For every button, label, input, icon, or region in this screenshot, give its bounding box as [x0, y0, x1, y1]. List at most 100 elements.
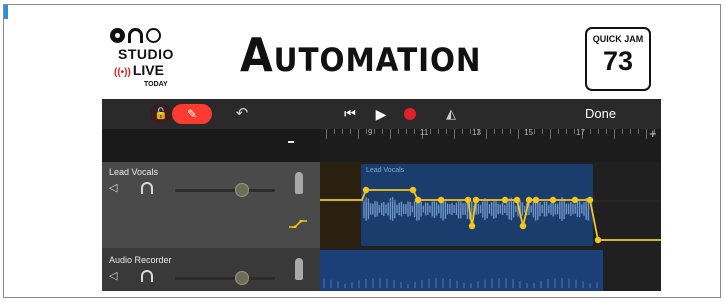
ruler-tick — [542, 129, 543, 134]
microphone-icon — [295, 172, 303, 194]
done-button[interactable]: Done — [585, 106, 616, 121]
ruler-bar-number: 17 — [576, 128, 585, 137]
ruler-tick — [550, 129, 551, 139]
badge-number: 73 — [602, 46, 634, 76]
studio-live-logo: STUDIO ((•)) LIVE TODAY — [104, 26, 184, 92]
ruler-tick — [630, 129, 631, 134]
page-title: Automation — [240, 28, 482, 82]
mute-icon[interactable]: ◁ — [109, 182, 121, 194]
ruler-tick — [326, 129, 327, 139]
timeline-ruler[interactable]: 9 11 13 15 17 + — [320, 126, 661, 163]
automation-point[interactable] — [513, 196, 521, 204]
ruler-tick — [566, 129, 567, 134]
track-header-audio-recorder[interactable]: Audio Recorder ◁ — [102, 248, 320, 291]
automation-curve[interactable] — [320, 189, 661, 241]
automation-point[interactable] — [532, 196, 540, 204]
mute-icon[interactable]: ◁ — [109, 270, 121, 282]
automation-point[interactable] — [519, 222, 527, 230]
play-button[interactable]: ▶ — [373, 105, 389, 123]
add-section-button[interactable]: + — [649, 126, 657, 141]
automation-point[interactable] — [586, 196, 594, 204]
badge-label: QUICK JAM — [592, 34, 644, 44]
lock-button[interactable]: 🔓 — [150, 104, 172, 124]
ruler-tick — [614, 129, 615, 139]
ruler-tick — [342, 129, 343, 134]
ruler-tick — [446, 129, 447, 134]
ruler-tick — [606, 129, 607, 134]
playhead-marker[interactable] — [288, 141, 294, 143]
automation-lane[interactable] — [320, 162, 661, 291]
automation-point[interactable] — [549, 196, 557, 204]
ruler-tick — [470, 129, 471, 134]
ruler-tick — [366, 129, 367, 134]
ruler-tick — [494, 129, 495, 134]
ruler-tick — [486, 129, 487, 139]
volume-slider[interactable] — [175, 183, 275, 197]
ruler-tick — [590, 129, 591, 134]
broadcast-icon: ((•)) — [114, 67, 131, 78]
ruler-tick — [574, 129, 575, 134]
automation-point[interactable] — [409, 186, 417, 194]
logo-live-label: LIVE — [132, 62, 164, 78]
edge-accent — [4, 5, 8, 19]
play-icon: ▶ — [375, 106, 387, 122]
metronome-button[interactable]: ◭ — [442, 104, 460, 124]
ruler-tick — [390, 129, 391, 139]
garageband-app: 🔓 ✎ ↶ ⏮ ▶ ◭ Done 9 11 13 15 17 + Lead Vocals … — [102, 99, 661, 291]
rewind-icon: ⏮ — [344, 106, 356, 121]
ruler-tick — [334, 129, 335, 134]
headphones-icon — [128, 28, 143, 43]
ruler-tick — [534, 129, 535, 134]
logo-studio-text: STUDIO — [118, 46, 174, 62]
track-header-ruler — [102, 129, 320, 162]
record-button[interactable] — [404, 108, 416, 120]
automation-point[interactable] — [501, 196, 509, 204]
volume-knob[interactable] — [235, 271, 249, 285]
ruler-bar-number: 15 — [524, 128, 533, 137]
ruler-tick — [350, 129, 351, 134]
automation-point[interactable] — [464, 196, 472, 204]
ruler-tick — [414, 129, 415, 134]
automation-point[interactable] — [571, 196, 579, 204]
volume-knob[interactable] — [235, 183, 249, 197]
ruler-tick — [358, 129, 359, 139]
solo-headphones-icon[interactable] — [141, 182, 153, 194]
ruler-bar-number: 13 — [472, 128, 481, 137]
automation-pencil-button[interactable]: ✎ — [172, 104, 212, 124]
logo-icons — [110, 28, 161, 43]
ruler-tick — [598, 129, 599, 134]
undo-icon: ↶ — [235, 105, 249, 122]
ruler-tick — [430, 129, 431, 134]
solo-headphones-icon[interactable] — [141, 270, 153, 282]
ruler-tick — [558, 129, 559, 134]
ruler-tick — [398, 129, 399, 134]
automation-point[interactable] — [594, 236, 602, 244]
lock-icon: 🔓 — [154, 108, 168, 120]
automation-icon[interactable] — [289, 220, 307, 228]
ruler-tick — [382, 129, 383, 134]
ruler-tick — [518, 129, 519, 139]
automation-point[interactable] — [468, 222, 476, 230]
timeline-area[interactable]: Lead Vocals — [320, 162, 661, 291]
toolbar: 🔓 ✎ ↶ ⏮ ▶ ◭ Done — [102, 99, 661, 129]
ruler-tick — [638, 129, 639, 134]
track-name: Audio Recorder — [109, 255, 172, 265]
ruler-tick — [462, 129, 463, 134]
automation-point[interactable] — [472, 196, 480, 204]
ruler-tick — [438, 129, 439, 134]
ruler-tick — [646, 129, 647, 139]
automation-point[interactable] — [437, 196, 445, 204]
track-header-lead-vocals[interactable]: Lead Vocals ◁ — [102, 162, 320, 248]
ruler-tick — [502, 129, 503, 134]
automation-point[interactable] — [525, 196, 533, 204]
automation-point[interactable] — [362, 186, 370, 194]
logo-live-text: ((•)) LIVE — [114, 62, 164, 78]
ruler-bar-number: 9 — [368, 128, 373, 137]
ruler-tick — [406, 129, 407, 134]
ruler-tick — [622, 129, 623, 134]
undo-button[interactable]: ↶ — [232, 104, 252, 124]
rewind-button[interactable]: ⏮ — [342, 105, 358, 123]
logo-today-text: TODAY — [144, 81, 168, 88]
volume-slider[interactable] — [175, 271, 275, 285]
automation-point[interactable] — [414, 196, 422, 204]
